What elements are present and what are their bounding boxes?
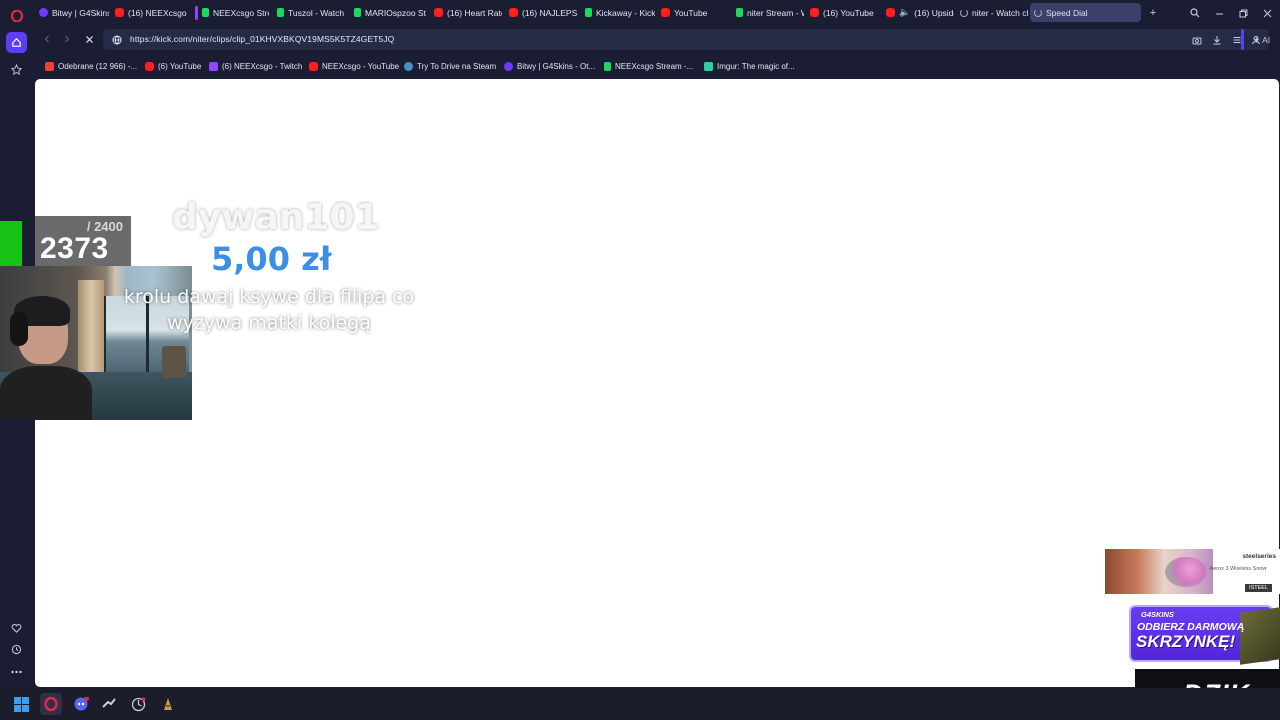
aria-icon: ✦	[1253, 34, 1261, 45]
youtube-icon	[434, 8, 443, 17]
ad-product: Aerox 3 Wireless Snow	[1209, 566, 1267, 572]
tab[interactable]: (16) YouTube	[806, 3, 880, 22]
youtube-icon	[810, 8, 819, 17]
tab[interactable]: Kickaway - Kick	[581, 3, 655, 22]
kick-icon	[604, 61, 611, 71]
bookmark-item[interactable]: Bitwy | G4Skins - Ot...	[504, 59, 595, 73]
opera-taskbar-icon[interactable]	[40, 693, 62, 715]
loading-icon	[1034, 8, 1042, 17]
kick-icon	[736, 8, 743, 17]
goal-counter: / 2400 2373	[35, 216, 131, 266]
ad-logo: G4SKINS	[1141, 610, 1174, 619]
kick-icon	[277, 8, 284, 17]
bookmark-item[interactable]: Imgur: The magic of...	[704, 59, 795, 73]
ai-divider	[1241, 29, 1244, 50]
donation-message: krolu dawaj ksywe dla filipa co wyzywa m…	[123, 286, 415, 334]
youtube-icon	[886, 8, 895, 17]
pinboard-icon[interactable]	[6, 59, 27, 80]
heart-icon[interactable]	[6, 618, 27, 639]
youtube-icon	[661, 8, 670, 17]
kick-icon	[354, 8, 361, 17]
youtube-icon	[309, 61, 318, 71]
ad-cta[interactable]: ISTEEL	[1245, 584, 1272, 592]
tab[interactable]: (16) NAJLEPSZ	[505, 3, 577, 22]
tab-indicator	[195, 5, 198, 20]
streamer	[0, 296, 92, 420]
address-bar[interactable]: https://kick.com/niter/clips/clip_01KHVX…	[103, 29, 1269, 50]
steelseries-ad[interactable]: steelseries Aerox 3 Wireless Snow ISTEEL	[1105, 549, 1280, 594]
imgur-icon	[704, 61, 713, 71]
bookmark-item[interactable]: NEEXcsgo - YouTube	[309, 59, 399, 73]
ad-headline-big: SKRZYNKĘ!	[1136, 632, 1236, 651]
tab[interactable]: Tuszol - Watch	[273, 3, 348, 22]
youtube-icon	[509, 8, 518, 17]
tab[interactable]: 🔈 (16) Upside	[882, 3, 954, 22]
kick-icon	[585, 8, 592, 17]
opera-menu-icon[interactable]	[6, 5, 27, 26]
app-icon[interactable]	[127, 693, 149, 715]
counter-accent-bar	[0, 221, 22, 267]
close-icon[interactable]	[1259, 5, 1275, 21]
steam-taskbar-icon[interactable]	[98, 693, 120, 715]
restore-icon[interactable]	[1235, 5, 1251, 21]
back-icon[interactable]	[39, 31, 55, 47]
speaker-icon[interactable]: 🔈	[899, 7, 910, 18]
counter-value: 2373	[40, 232, 109, 265]
g4skins-icon	[504, 61, 513, 71]
taskbar	[0, 688, 1280, 720]
tab[interactable]: MARIOspzoo St	[350, 3, 426, 22]
mouse-icon	[1165, 557, 1207, 587]
tab[interactable]: (16) NEEXcsgo	[111, 3, 187, 22]
tab[interactable]: niter - Watch cl	[956, 3, 1028, 22]
bookmark-item[interactable]: Odebrane (12 966) -...	[45, 59, 137, 73]
bookmarks-bar: Odebrane (12 966) -... (6) YouTube (6) N…	[33, 55, 1280, 77]
ad-brand: steelseries	[1242, 553, 1276, 560]
camera-icon[interactable]	[1189, 32, 1205, 48]
stop-loading-icon[interactable]	[81, 31, 97, 47]
loading-icon	[960, 8, 968, 17]
site-info-icon[interactable]	[109, 32, 125, 48]
tab-active[interactable]: Speed Dial	[1030, 3, 1141, 22]
tab[interactable]: YouTube	[657, 3, 731, 22]
new-tab-icon[interactable]: +	[1145, 5, 1161, 21]
more-icon[interactable]	[6, 661, 27, 682]
page-viewport[interactable]	[35, 79, 1279, 687]
gmail-icon	[45, 61, 54, 71]
kick-icon	[202, 8, 209, 17]
twitch-icon	[209, 61, 218, 71]
tab[interactable]: (16) Heart Rate	[430, 3, 502, 22]
webcam-curtain	[78, 280, 104, 376]
home-icon[interactable]	[6, 32, 27, 53]
address-row: https://kick.com/niter/clips/clip_01KHVX…	[33, 26, 1280, 53]
steam-icon	[404, 61, 413, 71]
bookmark-item[interactable]: (6) NEEXcsgo - Twitch	[209, 59, 302, 73]
bookmark-item[interactable]: NEEXcsgo Stream -...	[604, 59, 693, 73]
youtube-icon	[115, 8, 124, 17]
youtube-icon	[145, 61, 154, 71]
g4skins-ad[interactable]: G4SKINS ODBIERZ DARMOWĄ SKRZYNKĘ!	[1127, 604, 1280, 665]
tab-strip: Bitwy | G4Skins (16) NEEXcsgo NEEXcsgo S…	[33, 0, 1280, 26]
search-icon[interactable]	[1187, 5, 1203, 21]
headset-icon	[10, 312, 28, 346]
tab[interactable]: Bitwy | G4Skins	[35, 3, 109, 22]
minimize-icon[interactable]	[1211, 5, 1227, 21]
url-text[interactable]: https://kick.com/niter/clips/clip_01KHVX…	[130, 34, 394, 44]
discord-icon[interactable]	[70, 693, 92, 715]
crate-icon	[1240, 607, 1280, 665]
tab[interactable]: niter Stream - W	[732, 3, 804, 22]
aria-ai-button[interactable]: ✦ AI	[1253, 33, 1270, 47]
donation-amount: 5,00 zł	[211, 240, 332, 278]
streamer-shirt	[0, 366, 92, 420]
history-icon[interactable]	[6, 639, 27, 660]
forward-icon[interactable]	[59, 31, 75, 47]
windows-start-icon[interactable]	[10, 693, 32, 715]
donation-donor: dywan101	[172, 197, 380, 238]
tab[interactable]: NEEXcsgo Strea	[191, 3, 269, 22]
bookmark-item[interactable]: (6) YouTube	[145, 59, 201, 73]
download-icon[interactable]	[1209, 32, 1225, 48]
g4skins-icon	[39, 8, 48, 17]
webcam-chair	[162, 346, 186, 378]
game-launcher-icon[interactable]	[157, 693, 179, 715]
bookmark-item[interactable]: Try To Drive na Steam	[404, 59, 496, 73]
